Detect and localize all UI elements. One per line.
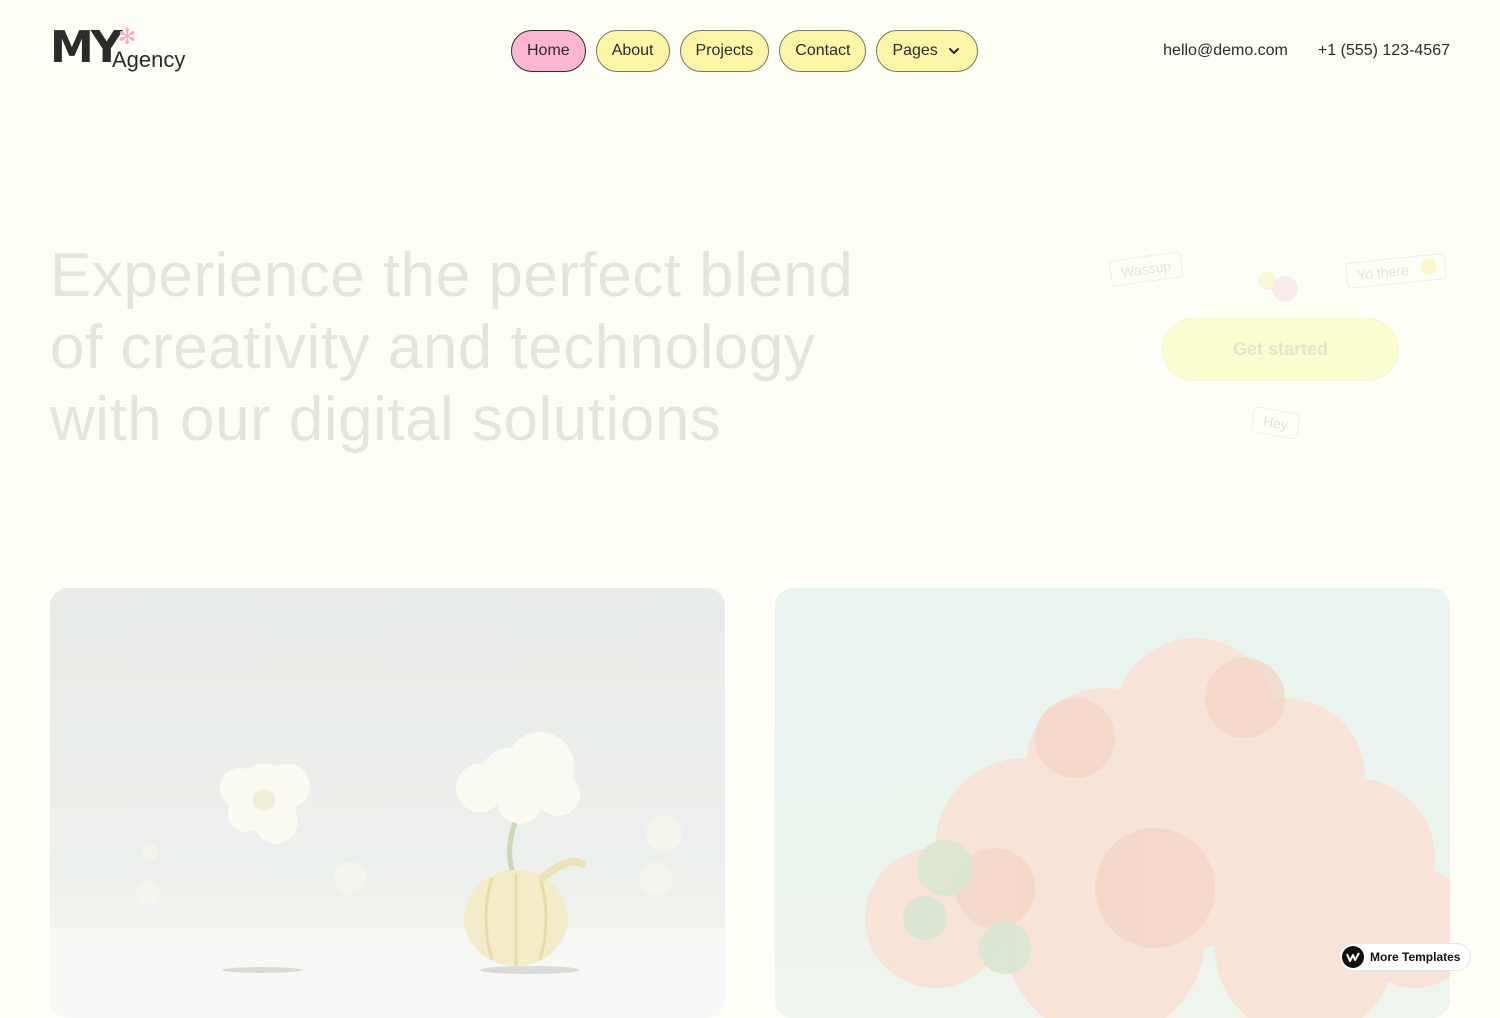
logo-star-icon: ✻: [118, 24, 137, 49]
get-started-button[interactable]: Get started: [1162, 318, 1399, 381]
logo-wordmark: Agency: [112, 47, 186, 72]
brand-logo[interactable]: MY ✻ Agency: [50, 22, 190, 76]
nav-home-button[interactable]: Home: [511, 30, 586, 72]
webflow-logo-icon: [1342, 946, 1364, 968]
chevron-down-icon: [946, 43, 962, 59]
decorative-dot: [1272, 276, 1298, 302]
nav-contact-label: Contact: [795, 42, 851, 59]
chat-bubble-text: Yo there: [1356, 261, 1410, 284]
nav-about-button[interactable]: About: [595, 30, 670, 72]
hero-headline: Experience the perfect blend of creativi…: [50, 241, 854, 454]
chat-bubble-hey: Hey: [1250, 406, 1301, 440]
header-contact: hello@demo.com +1 (555) 123-4567: [1163, 42, 1450, 60]
nav-about-label: About: [611, 42, 654, 59]
email-link[interactable]: hello@demo.com: [1163, 42, 1288, 60]
chat-bubble-yo-there: Yo there: [1344, 252, 1447, 290]
nav-projects-label: Projects: [695, 42, 754, 59]
chat-bubble-wassup: Wassup: [1108, 251, 1184, 287]
phone-link[interactable]: +1 (555) 123-4567: [1318, 42, 1450, 60]
nav-pages-dropdown[interactable]: Pages: [876, 30, 978, 72]
nav-projects-button[interactable]: Projects: [679, 30, 770, 72]
nav-home-label: Home: [527, 42, 570, 59]
chat-bubble-text: Wassup: [1120, 257, 1172, 281]
nav-contact-button[interactable]: Contact: [779, 30, 867, 72]
white-flowers-image[interactable]: [50, 588, 725, 1018]
logo-mark: MY: [50, 22, 123, 73]
main-nav: Home About Projects Contact Pages: [511, 30, 978, 72]
more-templates-label: More Templates: [1370, 950, 1461, 964]
nav-pages-label: Pages: [892, 42, 938, 59]
smiley-icon: [1419, 257, 1438, 276]
chat-bubble-text: Hey: [1261, 412, 1290, 434]
more-templates-badge[interactable]: More Templates: [1339, 943, 1472, 971]
